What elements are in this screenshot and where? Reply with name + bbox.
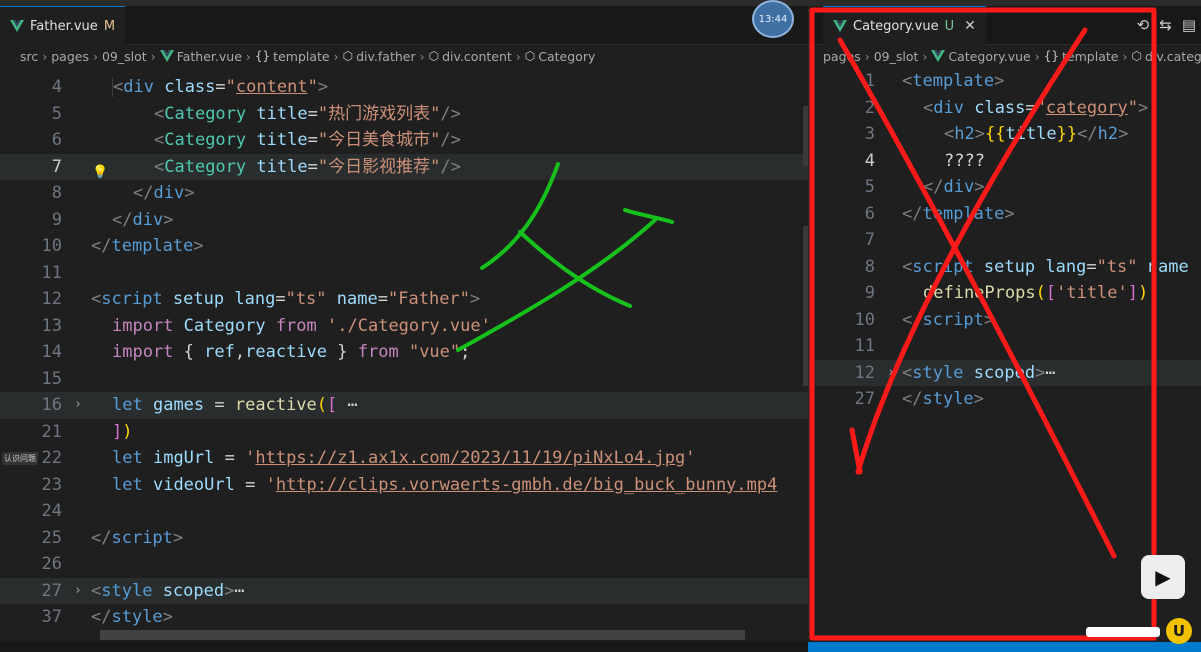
code-line: 24 [41, 501, 62, 521]
breadcrumb-item[interactable]: {} template [1044, 49, 1119, 64]
avatar: 13:44 [752, 0, 794, 38]
breadcrumb-item[interactable]: ⬡ div.content [429, 49, 512, 64]
braces-icon: {} [254, 49, 271, 63]
lightbulb-icon[interactable]: 💡 [92, 160, 108, 180]
cube-icon: ⬡ [428, 49, 440, 63]
editor-group-left: Father.vue M src › pages › 09_slot › Father… [0, 6, 808, 632]
code-line: 7 [864, 230, 875, 250]
braces-icon: {} [1043, 49, 1060, 63]
code-line-current: 7 💡 <Category title="今日影视推荐"/> [0, 153, 808, 180]
fold-chevron-icon[interactable]: › [74, 392, 82, 419]
tab-category-vue[interactable]: Category.vue U ✕ [823, 6, 986, 45]
tab-bar-right: Category.vue U ✕ ⟲ ⇆ ▤ [809, 6, 1201, 45]
close-icon[interactable]: ✕ [964, 18, 976, 34]
code-line: 21]) [41, 421, 133, 442]
editor-actions: ⟲ ⇆ ▤ [1137, 6, 1196, 44]
vue-file-icon [159, 50, 174, 62]
code-line-current: 4???? [864, 150, 985, 171]
code-line: 23 let videoUrl = 'http://clips.vorwaerts… [41, 474, 778, 495]
vue-file-icon [931, 50, 946, 62]
breadcrumb-right: pages › 09_slot › Category.vue › {} template… [809, 45, 1201, 67]
code-line: 3 <h2>{{title}}</h2> [864, 124, 1129, 144]
breadcrumb-item[interactable]: ⬡ div.father [343, 49, 416, 64]
code-line: 14 import { ref,reactive } from "vue"; [41, 342, 471, 362]
user-badge-icon: U [1166, 618, 1192, 644]
code-line: 13 import Category from './Category.vue' [41, 315, 491, 336]
code-line: 5 </div> [864, 177, 985, 197]
code-line: 11 [41, 262, 62, 283]
modified-indicator: M [103, 18, 116, 34]
code-line: 8 <script setup lang="ts" name [864, 256, 1189, 277]
vue-file-icon [833, 20, 847, 32]
mini-control[interactable] [1086, 627, 1160, 637]
breadcrumb-item[interactable]: Category.vue [931, 49, 1031, 64]
code-line: 9 </div> [51, 209, 174, 230]
cube-icon: ⬡ [1131, 49, 1142, 63]
split-editor-icon[interactable]: ▤ [1182, 16, 1196, 34]
code-area-left[interactable]: 4 <div class="content"> 5 <Category title=… [0, 74, 808, 632]
side-label: 认识问题 [2, 452, 38, 465]
tab-bar-left: Father.vue M [0, 6, 808, 45]
editor-group-right: Category.vue U ✕ ⟲ ⇆ ▤ pages › 09_slot › C… [808, 6, 1201, 632]
code-line: 4 <div class="content"> [51, 77, 329, 97]
code-line: 6 </template> [864, 203, 1015, 224]
code-line: 10 </script> [854, 309, 995, 330]
tab-label: Father.vue [30, 18, 98, 34]
code-line-folded: 16 › let games = reactive([ ⋯ [0, 392, 808, 419]
code-line: 1 <template> [864, 71, 1005, 91]
breadcrumb-item[interactable]: 09_slot [874, 49, 919, 64]
code-line-folded: 27 › <style scoped>⋯ [0, 577, 808, 605]
code-line: 25 </script> [41, 527, 184, 548]
compare-icon[interactable]: ⇆ [1159, 16, 1172, 34]
code-line: 37 </style> [41, 607, 173, 627]
code-line: 2 <div class="category"> [864, 97, 1149, 118]
tab-label: Category.vue [853, 18, 939, 34]
breadcrumb-item[interactable]: pages [51, 49, 89, 64]
status-bar [0, 642, 1201, 652]
code-line: 10 </template> [41, 236, 204, 256]
video-player-icon[interactable]: ▶ [1141, 555, 1185, 599]
breadcrumb-item[interactable]: ⬡ Category [525, 49, 596, 64]
code-line: 15 [41, 368, 62, 389]
code-line: 22 let imgUrl = 'https://z1.ax1x.com/2023… [41, 448, 696, 468]
code-line: 5 <Category title="热门游戏列表"/> [51, 103, 461, 124]
breadcrumb-item[interactable]: ⬡div.catego [1131, 49, 1201, 64]
code-area-right[interactable]: 1 <template> 2 <div class="category"> 3 <h2… [809, 68, 1201, 632]
breadcrumb-item[interactable]: Father.vue [159, 49, 242, 64]
code-line: 6 <Category title="今日美食城市"/> [51, 130, 461, 150]
breadcrumb-item[interactable]: 09_slot [102, 49, 147, 64]
horizontal-scrollbar[interactable] [100, 630, 745, 640]
tab-father-vue[interactable]: Father.vue M [0, 6, 126, 45]
code-line: 8 </div> [51, 183, 195, 203]
breadcrumb-item[interactable]: src [20, 49, 38, 64]
untracked-indicator: U [944, 18, 955, 34]
breadcrumb-left: src › pages › 09_slot › Father.vue › {} templ… [0, 45, 808, 67]
history-icon[interactable]: ⟲ [1137, 16, 1150, 34]
code-line: 26 [41, 554, 62, 574]
fold-chevron-icon[interactable]: › [74, 578, 82, 605]
code-line: 27 </style> [854, 389, 984, 409]
breadcrumb-item[interactable]: {} template [255, 49, 330, 64]
breadcrumb-item[interactable]: pages [823, 49, 861, 64]
vue-file-icon [10, 20, 24, 32]
code-line: 11 [854, 336, 875, 356]
cube-icon: ⬡ [342, 49, 354, 63]
code-line: 9 defineProps(['title']) [864, 283, 1149, 303]
fold-chevron-icon[interactable]: › [887, 360, 895, 387]
code-line-folded: 12 › <style scoped>⋯ [809, 359, 1201, 387]
cube-icon: ⬡ [524, 49, 536, 63]
code-line: 12 <script setup lang="ts" name="Father"> [41, 289, 481, 309]
